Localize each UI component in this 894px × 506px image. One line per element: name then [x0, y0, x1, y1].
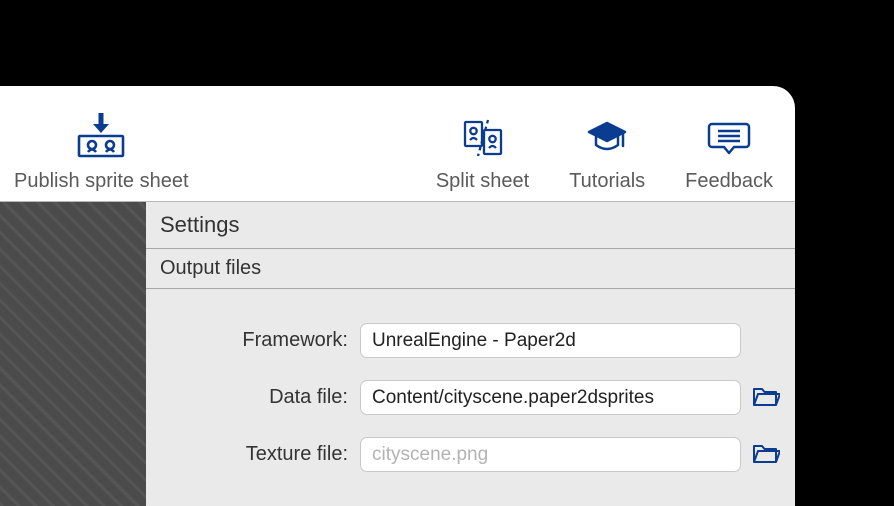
publish-sprite-sheet-button[interactable]: Publish sprite sheet — [10, 112, 193, 193]
framework-select[interactable] — [360, 323, 741, 358]
tutorials-button[interactable]: Tutorials — [565, 118, 649, 193]
framework-row: Framework: — [158, 323, 783, 358]
tutorials-label: Tutorials — [569, 170, 645, 193]
texturefile-label: Texture file: — [158, 443, 360, 466]
folder-icon — [752, 384, 780, 411]
toolbar: Publish sprite sheet — [0, 86, 795, 202]
datafile-browse-button[interactable] — [749, 381, 783, 415]
datafile-input[interactable] — [360, 380, 741, 415]
framework-label: Framework: — [158, 329, 360, 352]
texturefile-browse-button[interactable] — [749, 438, 783, 472]
settings-panel: Settings Output files Framework: Data fi… — [146, 202, 795, 506]
publish-label: Publish sprite sheet — [14, 170, 189, 193]
sprite-preview-area — [0, 202, 146, 506]
feedback-button[interactable]: Feedback — [681, 118, 777, 193]
datafile-label: Data file: — [158, 386, 360, 409]
split-icon — [461, 118, 505, 164]
publish-icon — [76, 112, 126, 164]
texturefile-row: Texture file: — [158, 437, 783, 472]
texturefile-input[interactable] — [360, 437, 741, 472]
graduation-cap-icon — [585, 118, 629, 164]
folder-icon — [752, 441, 780, 468]
settings-title: Settings — [146, 202, 795, 249]
split-sheet-button[interactable]: Split sheet — [432, 118, 533, 193]
datafile-row: Data file: — [158, 380, 783, 415]
feedback-icon — [707, 118, 751, 164]
app-window: Publish sprite sheet — [0, 86, 795, 506]
output-fields: Framework: Data file: — [146, 289, 795, 506]
split-label: Split sheet — [436, 170, 529, 193]
feedback-label: Feedback — [685, 170, 773, 193]
content-area: Settings Output files Framework: Data fi… — [0, 202, 795, 506]
output-files-header: Output files — [146, 249, 795, 289]
